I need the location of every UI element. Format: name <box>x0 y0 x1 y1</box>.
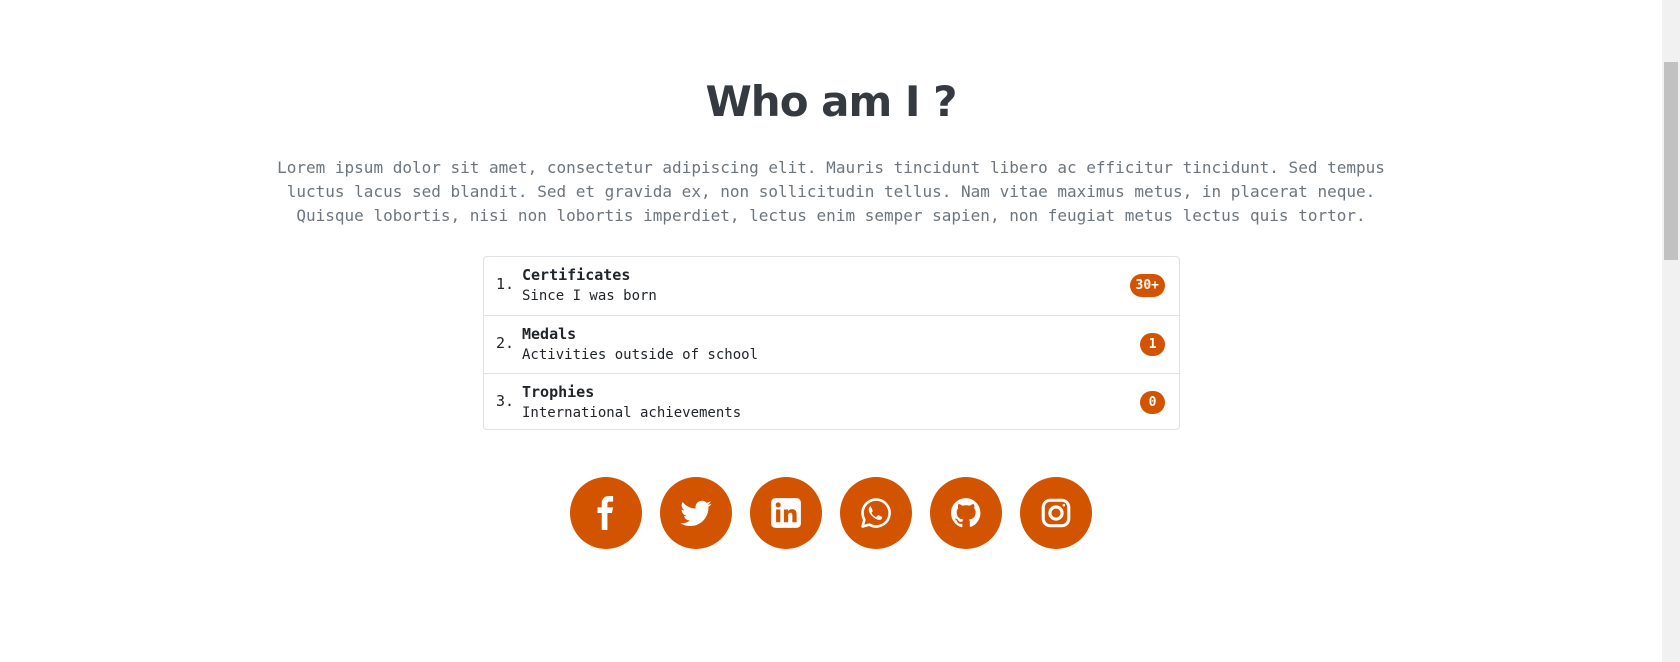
instagram-link[interactable] <box>1020 477 1092 549</box>
item-title: Medals <box>522 325 577 343</box>
item-subtitle: Since I was born <box>522 288 657 304</box>
list-item: 1. Certificates Since I was born 30+ <box>484 257 1179 315</box>
item-number: 3. <box>496 392 515 410</box>
count-badge: 0 <box>1140 391 1165 414</box>
item-title: Certificates <box>522 266 631 284</box>
facebook-icon <box>597 496 614 530</box>
social-links <box>570 477 1092 549</box>
count-badge: 30+ <box>1129 274 1165 297</box>
whatsapp-icon <box>861 498 891 528</box>
linkedin-icon <box>771 498 801 528</box>
item-number: 2. <box>496 334 515 352</box>
list-item: 2. Medals Activities outside of school 1 <box>484 315 1179 373</box>
item-subtitle: International achievements <box>522 405 742 421</box>
intro-paragraph: Lorem ipsum dolor sit amet, consectetur … <box>277 158 1385 225</box>
item-title: Trophies <box>522 383 595 401</box>
github-icon <box>950 498 981 528</box>
page-title: Who am I ? <box>705 77 957 126</box>
count-badge: 1 <box>1140 333 1165 356</box>
list-item: 3. Trophies International achievements 0 <box>484 373 1179 431</box>
about-section: Who am I ? Lorem ipsum dolor sit amet, c… <box>0 0 1662 662</box>
facebook-link[interactable] <box>570 477 642 549</box>
vertical-scrollbar[interactable] <box>1662 0 1680 662</box>
twitter-icon <box>680 500 712 527</box>
item-subtitle: Activities outside of school <box>522 347 759 363</box>
twitter-link[interactable] <box>660 477 732 549</box>
scrollbar-thumb[interactable] <box>1664 62 1678 260</box>
github-link[interactable] <box>930 477 1002 549</box>
achievements-list: 1. Certificates Since I was born 30+ 2. … <box>483 256 1180 430</box>
instagram-icon <box>1041 498 1071 528</box>
whatsapp-link[interactable] <box>840 477 912 549</box>
linkedin-link[interactable] <box>750 477 822 549</box>
item-number: 1. <box>496 275 515 293</box>
